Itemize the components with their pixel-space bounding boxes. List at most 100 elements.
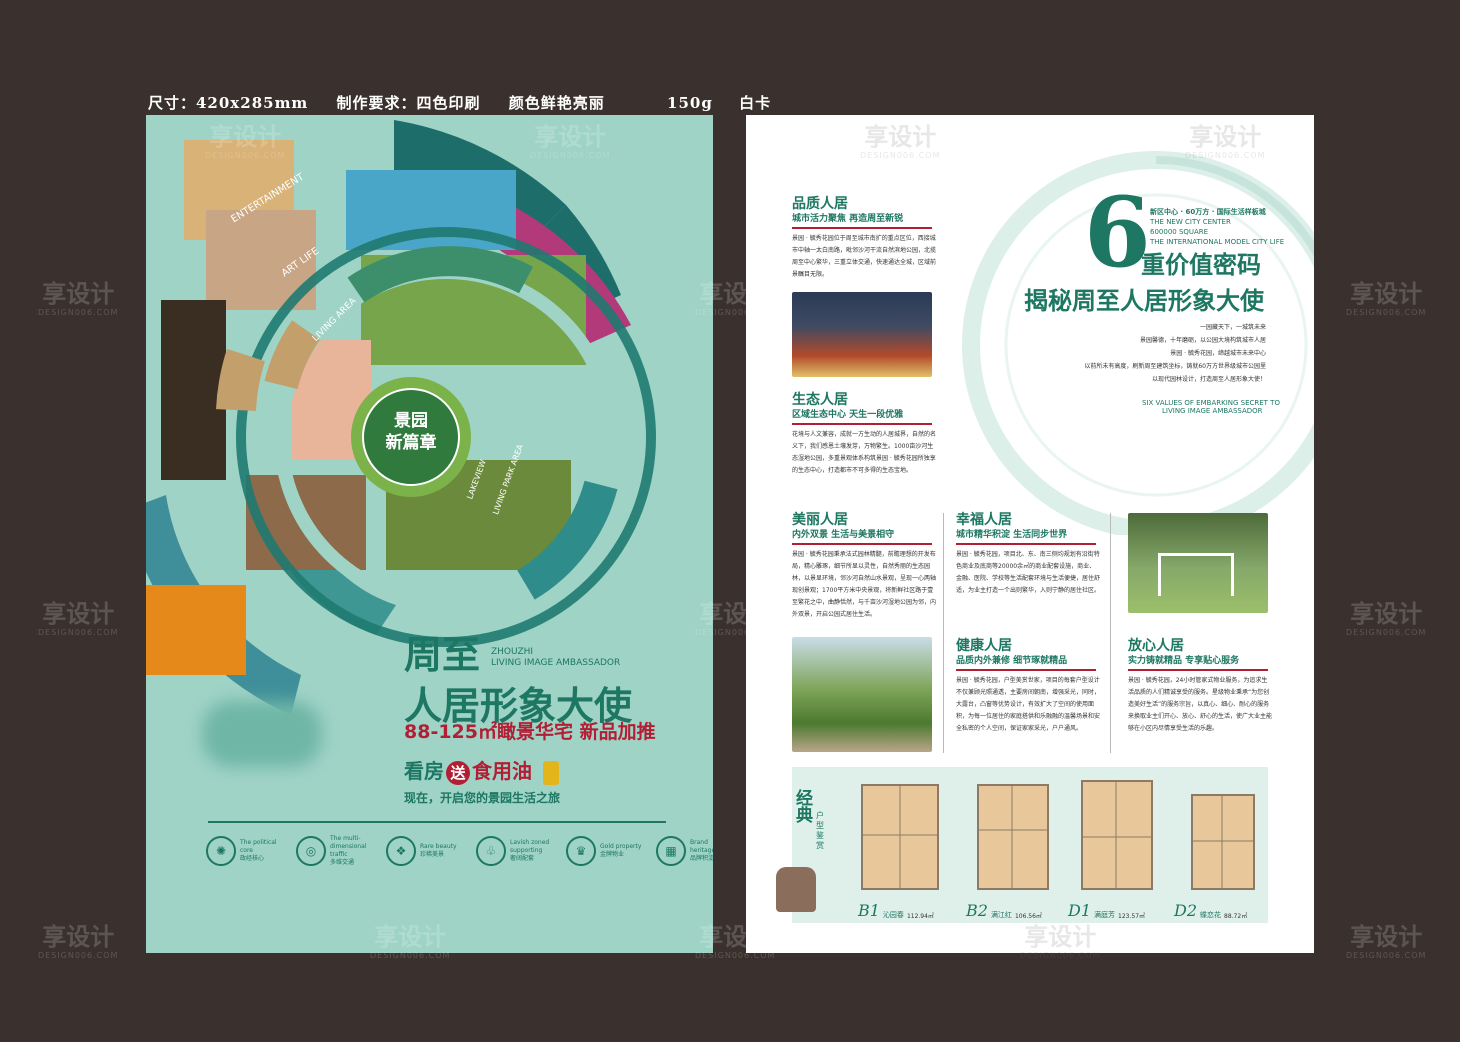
spec-paper: 150g <box>667 94 713 112</box>
ring-graphic <box>146 120 656 715</box>
plan-name: 沁园春 <box>882 911 904 919</box>
badge-line1: 景园 <box>394 411 428 431</box>
feature-icon: ♧ <box>476 836 506 866</box>
feature-item: ◎ The multi-dimensional traffic 多维交通 <box>296 835 372 867</box>
plan-label-d1: D1 满庭芳 123.57㎡ <box>1068 901 1145 920</box>
flyer-back: 6 新区中心 · 60万方 · 国际生活样板城 THE NEW CITY CEN… <box>746 115 1314 953</box>
plan-name: 满江红 <box>990 911 1012 919</box>
spec-color: 颜色鲜艳亮丽 <box>508 94 605 112</box>
plan-b2 <box>968 775 1058 895</box>
plan-code: D1 <box>1068 901 1092 920</box>
title-en-1: ZHOUZHI <box>491 647 534 657</box>
section-subtitle: 城市活力聚焦 再造周至新锐 <box>792 214 904 224</box>
feature-icon: ♛ <box>566 836 596 866</box>
floorplan-title: 经典 <box>796 789 813 826</box>
watermark: 享设计 DESIGN006.COM <box>370 923 451 960</box>
gift-song: 送 <box>446 760 470 785</box>
section-body: 景园 · 毓秀花园，项目北、东、南三侧均规划有沿街特色商业及底商等20000余㎡… <box>956 551 1101 594</box>
feature-caption-cn: 珍稀美景 <box>420 851 445 858</box>
feature-item: ♛ Gold property 金牌物业 <box>566 835 642 867</box>
arc-tan-outer <box>216 348 266 412</box>
section-subtitle: 区域生态中心 天生一段优雅 <box>792 410 904 420</box>
photo-patio-furniture <box>1128 513 1268 613</box>
feature-caption-en: Brand heritage <box>690 839 713 854</box>
feature-caption-en: The political core <box>240 839 277 854</box>
feature-item: ▦ Brand heritage 品牌积淀 <box>656 835 713 867</box>
plan-area: 88.72㎡ <box>1224 913 1248 920</box>
feature-caption: Rare beauty 珍稀美景 <box>420 843 462 859</box>
feature-icons: ✺ The political core 政经核心 ◎ The multi-dimens… <box>206 835 713 867</box>
feature-caption: The political core 政经核心 <box>240 839 282 863</box>
feature-caption: Brand heritage 品牌积淀 <box>690 839 713 863</box>
watermark: 享设计 DESIGN006.COM <box>1346 600 1427 637</box>
intro-en-1: SIX VALUES OF EMBARKING SECRET TO <box>1142 399 1280 407</box>
headline-2: 揭秘周至人居形象大使 <box>1024 287 1264 315</box>
plan-code: D2 <box>1174 901 1198 920</box>
title-english: ZHOUZHI LIVING IMAGE AMBASSADOR <box>491 647 620 669</box>
tagline: 新区中心 · 60万方 · 国际生活样板城 THE NEW CITY CENTE… <box>1150 207 1284 247</box>
title-en-2: LIVING IMAGE AMBASSADOR <box>491 658 621 668</box>
photo-interior <box>161 300 226 480</box>
feature-item: ♧ Lavish zoned supporting 奢阔配套 <box>476 835 552 867</box>
center-badge-text: 景园 新篇章 <box>363 410 459 454</box>
person-chair-figure <box>776 867 816 912</box>
feature-caption-en: Gold property <box>600 843 642 850</box>
feature-icon: ◎ <box>296 836 326 866</box>
section-title: 放心人居 <box>1128 638 1184 654</box>
oil-bottle-icon <box>542 760 559 785</box>
feature-icon: ❖ <box>386 836 416 866</box>
plan-label-d2: D2 蝶恋花 88.72㎡ <box>1174 901 1247 920</box>
plan-name: 满庭芳 <box>1094 911 1116 919</box>
feature-item: ❖ Rare beauty 珍稀美景 <box>386 835 462 867</box>
tagline-cn: 新区中心 · 60万方 · 国际生活样板城 <box>1150 208 1266 216</box>
section-bar <box>1128 669 1268 671</box>
watermark: 享设计 DESIGN006.COM <box>695 280 776 317</box>
section-title: 幸福人居 <box>956 512 1012 528</box>
feature-caption-cn: 奢阔配套 <box>510 855 535 862</box>
plan-d1 <box>1076 775 1166 895</box>
gift-oil: 食用油 <box>472 759 532 783</box>
intro-en-2: LIVING IMAGE AMBASSADOR <box>1162 407 1263 415</box>
section-subtitle: 实力铸就精品 专享贴心服务 <box>1128 656 1240 666</box>
price-line: 88-125㎡瞰景华宅 新品加推 <box>404 721 656 743</box>
section-title: 生态人居 <box>792 392 848 408</box>
intro-line-2: 景园馨德，十年磨砺，以公园大境构筑城市人居 <box>1139 337 1266 344</box>
photo-garden <box>792 637 932 752</box>
tagline-en-2: 600000 SQUARE <box>1150 228 1209 236</box>
plan-area: 112.94㎡ <box>906 913 934 920</box>
badge-line2: 新篇章 <box>385 433 437 453</box>
section-quality: 品质人居 城市活力聚焦 再造周至新锐 景园 · 毓秀花园位于周至城市南扩的重点区… <box>792 195 937 281</box>
section-title: 品质人居 <box>792 196 848 212</box>
feature-caption: Gold property 金牌物业 <box>600 843 642 859</box>
section-bar <box>792 423 932 425</box>
spec-line: 尺寸：420x285mm 制作要求：四色印刷 颜色鲜艳亮丽 150g 白卡 <box>148 92 771 113</box>
feature-caption-en: Lavish zoned supporting <box>510 839 550 854</box>
plan-b1 <box>856 775 946 895</box>
title-zhouzhi: 周至 <box>404 633 481 677</box>
feature-caption-cn: 品牌积淀 <box>690 855 713 862</box>
intro-line-3: 景园 · 毓秀花园，缔越城市未来中心 <box>1170 350 1266 357</box>
feature-caption-en: Rare beauty <box>420 843 457 850</box>
intro-line-4: 以前所未有高度，刷新周至建筑坐标，铸就60万方世界级城市公园里 <box>1084 363 1266 370</box>
feature-caption-cn: 多维交通 <box>330 859 355 866</box>
plan-d2 <box>1182 775 1272 895</box>
watermark: 享设计 DESIGN006.COM <box>1346 923 1427 960</box>
spec-requirement: 制作要求：四色印刷 <box>336 94 481 112</box>
section-title: 健康人居 <box>956 638 1012 654</box>
gift-pre: 看房 <box>404 759 444 783</box>
section-body: 花境与人文兼容，成就一方生动的人居城界，自然的名义下，我们感恩土壤发芽，万物繁生… <box>792 431 937 474</box>
tagline-en-1: THE NEW CITY CENTER <box>1150 218 1231 226</box>
feature-item: ✺ The political core 政经核心 <box>206 835 282 867</box>
subline: 现在，开启您的景园生活之旅 <box>404 791 561 805</box>
section-health: 健康人居 品质内外兼修 细节琢就精品 景园 · 毓秀花园，户型美赏世家，项目的每… <box>956 637 1101 735</box>
watermark: 享设计 DESIGN006.COM <box>530 123 611 160</box>
section-bar <box>956 543 1096 545</box>
watermark: 享设计 DESIGN006.COM <box>860 123 941 160</box>
watermark: 享设计 DESIGN006.COM <box>1020 923 1101 960</box>
watermark: 享设计 DESIGN006.COM <box>1185 123 1266 160</box>
plan-area: 123.57㎡ <box>1118 913 1146 920</box>
photo-city-night <box>792 292 932 377</box>
divider <box>208 821 666 823</box>
feature-icon: ✺ <box>206 836 236 866</box>
section-body: 景园 · 毓秀花园秉承法式园林精髓，前瞻理想的开发布局，精心雕琢，细节所显以灵性… <box>792 551 937 618</box>
